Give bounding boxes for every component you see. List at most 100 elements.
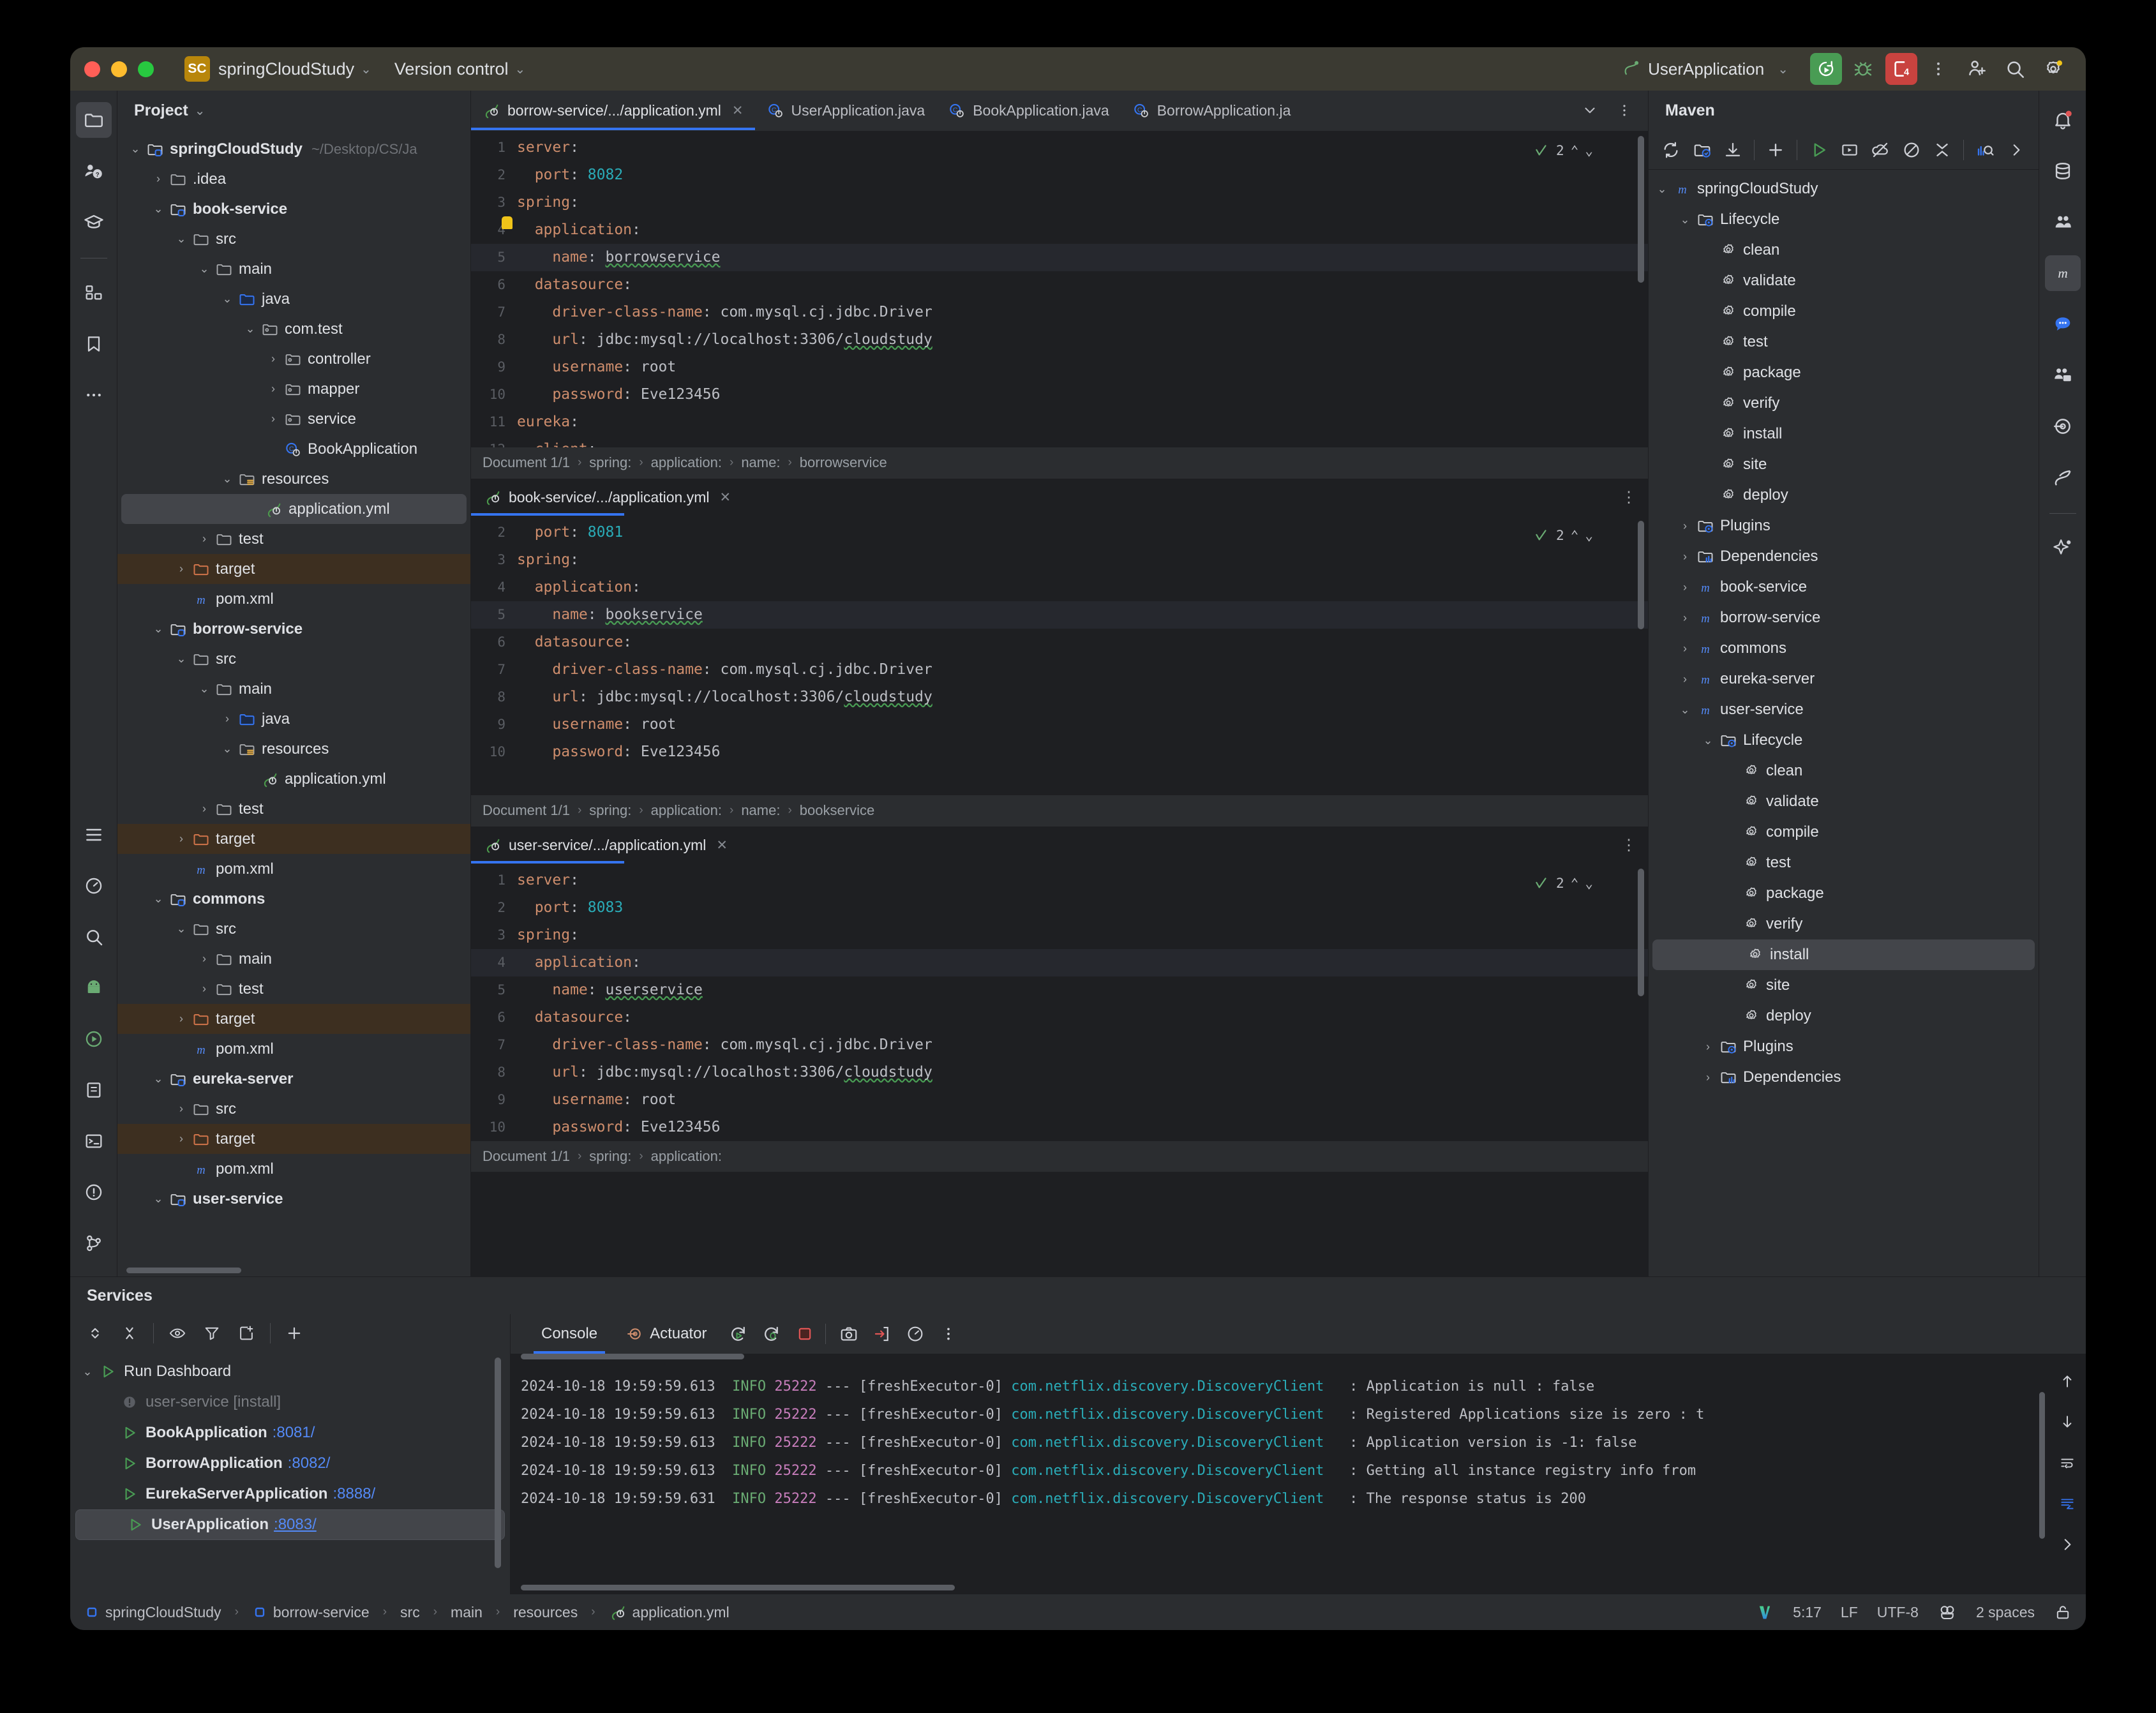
code-editor[interactable]: 2 port: 80813spring:4 application:5 name… xyxy=(471,516,1648,795)
project-tree-item[interactable]: ›test xyxy=(117,524,470,554)
download-sources-icon[interactable] xyxy=(1718,134,1748,166)
maven-tree-item[interactable]: ›mcommons xyxy=(1649,633,2039,664)
maven-tree-item[interactable]: validate xyxy=(1649,786,2039,817)
breadcrumb-item[interactable]: application: xyxy=(651,802,722,819)
code-line[interactable]: 9 username: root xyxy=(471,711,1648,738)
toggle-offline-icon[interactable] xyxy=(1866,134,1895,166)
disclosure-arrow-icon[interactable]: › xyxy=(195,952,213,966)
maven-icon[interactable]: m xyxy=(2045,255,2081,291)
code-line[interactable]: 3spring: xyxy=(471,922,1648,949)
code-line[interactable]: 4 application: xyxy=(471,574,1648,601)
maven-tree-item[interactable]: ⌄Lifecycle xyxy=(1649,725,2039,756)
project-tree-item[interactable]: ›controller xyxy=(117,344,470,374)
breadcrumb-item[interactable]: borrowservice xyxy=(800,454,887,471)
show-dependencies-icon[interactable] xyxy=(1970,134,2000,166)
code-editor[interactable]: 1server:2 port: 80833spring:4 applicatio… xyxy=(471,864,1648,1141)
project-tree-item[interactable]: ›target xyxy=(117,1004,470,1034)
indent-setting[interactable]: 2 spaces xyxy=(1976,1604,2035,1621)
editor-vertical-scrollbar[interactable] xyxy=(1638,869,1644,996)
disclosure-arrow-icon[interactable]: › xyxy=(264,382,282,396)
stop-button-with-count[interactable]: 4 xyxy=(1885,53,1917,85)
ai-sparkle-icon[interactable] xyxy=(2045,530,2081,566)
more-icon[interactable] xyxy=(2002,134,2031,166)
chevron-down-icon[interactable]: ⌄ xyxy=(361,61,371,77)
disclosure-arrow-icon[interactable]: › xyxy=(172,1132,190,1146)
expand-collapse-icon[interactable] xyxy=(79,1317,111,1349)
project-tree-item[interactable]: ⌄src xyxy=(117,914,470,944)
chevron-down-icon[interactable]: ⌄ xyxy=(195,103,206,119)
line-separator[interactable]: LF xyxy=(1841,1604,1858,1621)
close-icon[interactable]: ✕ xyxy=(732,103,744,119)
code-line[interactable]: 7 driver-class-name: com.mysql.cj.jdbc.D… xyxy=(471,299,1648,326)
project-tree-item[interactable]: application.yml xyxy=(117,764,470,794)
meetings-icon[interactable] xyxy=(2045,204,2081,240)
chevron-down-icon[interactable] xyxy=(1574,94,1606,126)
console-vertical-scrollbar[interactable] xyxy=(2039,1392,2045,1539)
show-inactive-icon[interactable] xyxy=(161,1317,193,1349)
services-tree[interactable]: ⌄Run Dashboarduser-service [install]Book… xyxy=(70,1352,510,1594)
more-icon[interactable] xyxy=(933,1319,964,1349)
code-line[interactable]: 12 client: xyxy=(471,436,1648,447)
project-tree-item[interactable]: ⌄resources xyxy=(117,734,470,764)
project-tree-item[interactable]: ⌄user-service xyxy=(117,1184,470,1214)
actuator-icon[interactable] xyxy=(2045,408,2081,444)
caret-position[interactable]: 5:17 xyxy=(1793,1604,1822,1621)
todo-icon[interactable] xyxy=(76,817,112,853)
profiler-icon[interactable] xyxy=(900,1319,931,1349)
disclosure-arrow-icon[interactable]: ⌄ xyxy=(1675,213,1695,227)
previous-problem-icon[interactable]: ⌃ xyxy=(1571,137,1579,165)
editor-tab[interactable]: borrow-service/.../application.yml✕ xyxy=(471,91,755,130)
intention-bulb-icon[interactable] xyxy=(502,216,513,229)
chevron-down-icon[interactable]: ⌄ xyxy=(1778,61,1788,77)
service-port-link[interactable]: :8888/ xyxy=(333,1485,375,1503)
project-tree-item[interactable]: ⌄resources xyxy=(117,464,470,494)
breadcrumb-item[interactable]: spring: xyxy=(589,1148,631,1165)
project-tree-item[interactable]: ›java xyxy=(117,704,470,734)
disclosure-arrow-icon[interactable]: › xyxy=(1675,520,1695,533)
ai-assistant-icon[interactable]: ? xyxy=(76,153,112,189)
disclosure-arrow-icon[interactable]: › xyxy=(149,172,167,186)
code-line[interactable]: 1server: xyxy=(471,134,1648,161)
project-tree-item[interactable]: ›target xyxy=(117,824,470,854)
breadcrumb-item[interactable]: Document 1/1 xyxy=(483,802,570,819)
disclosure-arrow-icon[interactable]: ⌄ xyxy=(241,322,259,336)
disclosure-arrow-icon[interactable]: ⌄ xyxy=(195,262,213,276)
code-line[interactable]: 3spring: xyxy=(471,189,1648,216)
breadcrumb-item[interactable]: resources xyxy=(513,1604,578,1621)
disclosure-arrow-icon[interactable]: ⌄ xyxy=(1675,703,1695,717)
editor-breadcrumb[interactable]: Document 1/1›spring:›application: xyxy=(471,1141,1648,1172)
code-line[interactable]: 9 username: root xyxy=(471,354,1648,381)
ide-mascot-icon[interactable] xyxy=(1938,1603,1957,1622)
tab-console[interactable]: Console xyxy=(527,1314,611,1354)
disclosure-arrow-icon[interactable]: › xyxy=(1675,550,1695,564)
filter-icon[interactable] xyxy=(196,1317,228,1349)
disclosure-arrow-icon[interactable]: › xyxy=(172,1102,190,1116)
editor-tab-bar[interactable]: borrow-service/.../application.yml✕CUser… xyxy=(471,91,1648,130)
maven-tree-item[interactable]: compile xyxy=(1649,817,2039,848)
maven-tree-item[interactable]: test xyxy=(1649,327,2039,357)
stop-icon[interactable] xyxy=(790,1319,820,1349)
service-item[interactable]: ⌄Run Dashboard xyxy=(70,1356,510,1387)
chevron-down-icon[interactable]: ⌄ xyxy=(515,61,526,77)
inspection-widget[interactable]: 2⌃⌄ xyxy=(1533,870,1593,897)
code-editor[interactable]: 1server:2 port: 80823spring:4 applicatio… xyxy=(471,131,1648,447)
project-tree-item[interactable]: mpom.xml xyxy=(117,1154,470,1184)
export-icon[interactable] xyxy=(867,1319,897,1349)
close-icon[interactable]: ✕ xyxy=(719,490,731,505)
lock-icon[interactable] xyxy=(2054,1603,2072,1621)
project-tree-item[interactable]: ›src xyxy=(117,1094,470,1124)
disclosure-arrow-icon[interactable]: ⌄ xyxy=(172,232,190,246)
service-item[interactable]: UserApplication:8083/ xyxy=(75,1509,505,1540)
maven-tree-item[interactable]: site xyxy=(1649,449,2039,480)
disclosure-arrow-icon[interactable]: › xyxy=(195,532,213,546)
disclosure-arrow-icon[interactable]: › xyxy=(172,1012,190,1026)
terminal-icon[interactable] xyxy=(76,1123,112,1159)
service-port-link[interactable]: :8082/ xyxy=(288,1455,331,1472)
console-tab-bar[interactable]: Console Actuator xyxy=(511,1314,2086,1354)
code-line[interactable]: 4 application: xyxy=(471,949,1648,976)
code-line[interactable]: 10 password: Eve123456 xyxy=(471,381,1648,408)
disclosure-arrow-icon[interactable]: ⌄ xyxy=(195,682,213,696)
maven-tree-item[interactable]: site xyxy=(1649,970,2039,1001)
code-line[interactable]: 7 driver-class-name: com.mysql.cj.jdbc.D… xyxy=(471,1031,1648,1059)
breadcrumb-item[interactable]: springCloudStudy xyxy=(84,1604,221,1621)
